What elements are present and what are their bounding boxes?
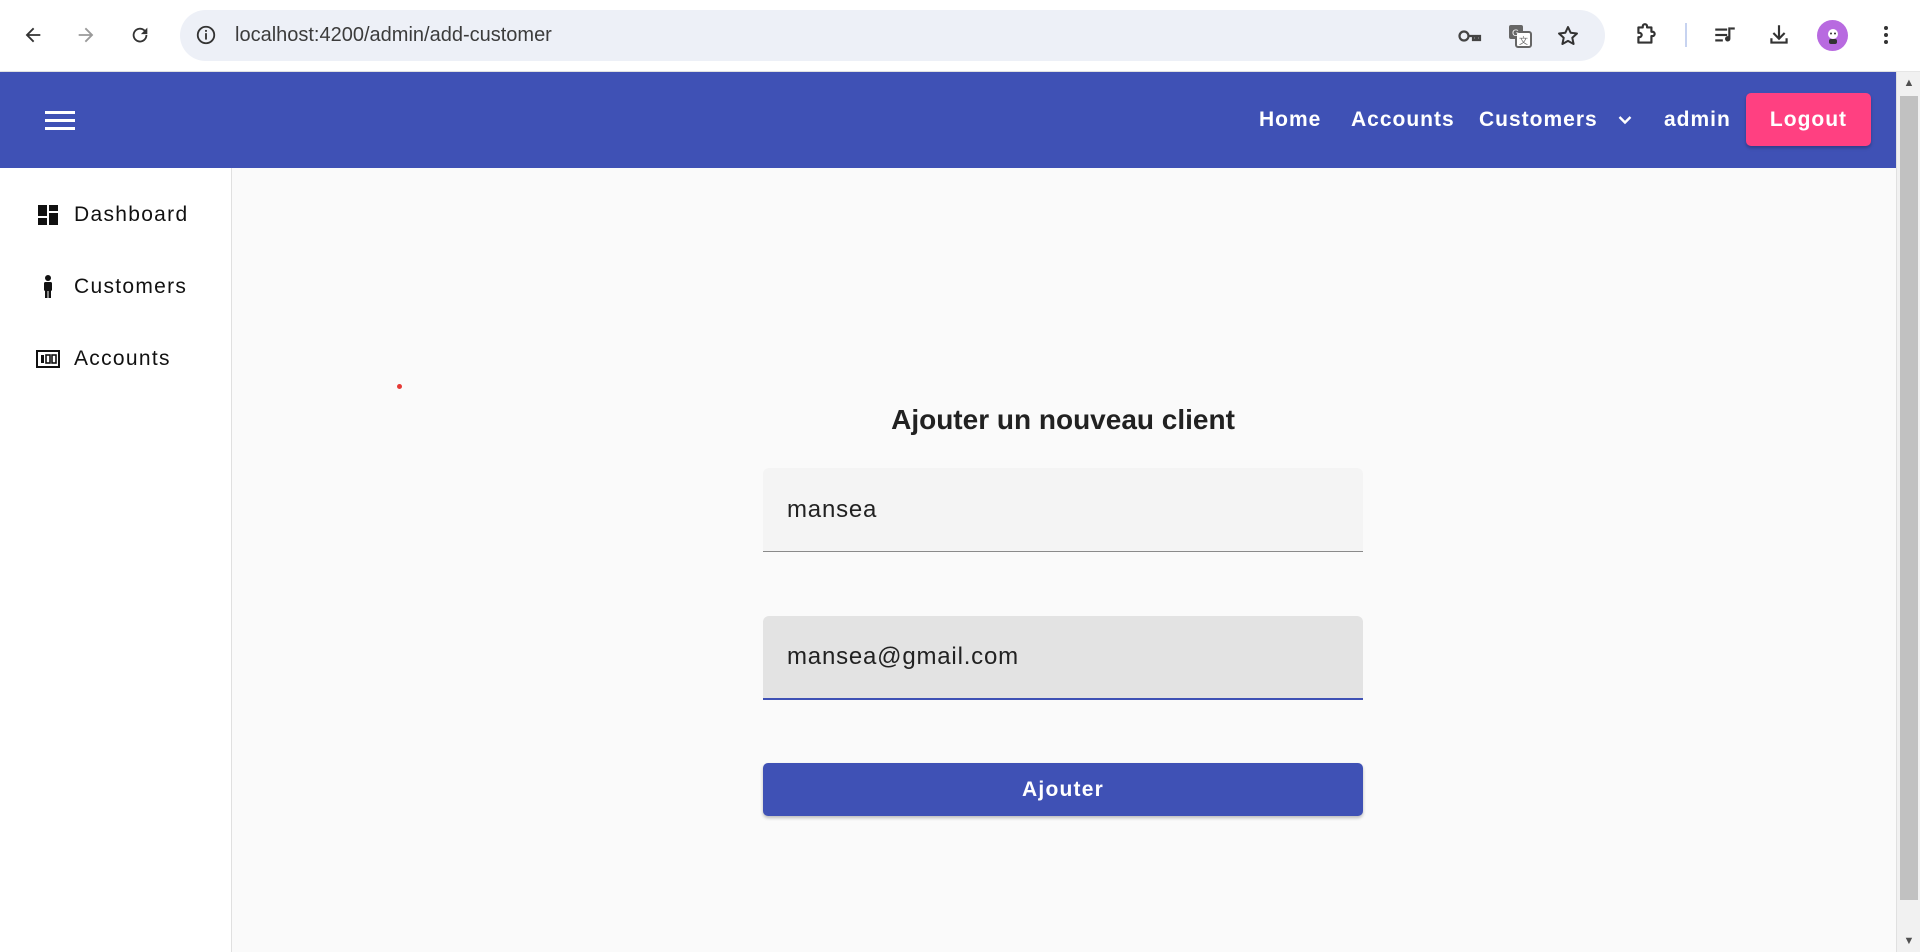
bookmark-star-icon[interactable] (1555, 23, 1581, 49)
toolbar-divider (1685, 23, 1687, 47)
url-text: localhost:4200/admin/add-customer (235, 24, 552, 46)
profile-avatar-icon[interactable] (1817, 20, 1848, 51)
sidebar: Dashboard Customers Accounts (0, 168, 232, 952)
nav-user[interactable]: admin (1664, 99, 1731, 141)
scroll-up-arrow-icon[interactable]: ▲ (1897, 72, 1920, 94)
address-bar[interactable]: localhost:4200/admin/add-customer G文 (180, 10, 1605, 61)
site-info-icon[interactable] (194, 23, 218, 47)
nav-customers[interactable]: Customers (1479, 99, 1632, 141)
forward-arrow-icon[interactable] (68, 17, 104, 53)
logout-button[interactable]: Logout (1746, 93, 1871, 146)
account-card-icon (36, 347, 60, 371)
add-customer-button[interactable]: Ajouter (763, 763, 1363, 816)
nav-customers-label: Customers (1479, 108, 1598, 131)
email-input[interactable] (763, 616, 1363, 698)
name-field[interactable] (763, 468, 1363, 552)
app-toolbar: Home Accounts Customers admin Logout (0, 72, 1896, 168)
svg-text:文: 文 (1519, 35, 1528, 47)
more-vert-icon[interactable] (1871, 20, 1901, 50)
email-field[interactable] (763, 616, 1363, 700)
extensions-icon[interactable] (1631, 20, 1661, 50)
nav-home[interactable]: Home (1259, 99, 1321, 141)
form-title: Ajouter un nouveau client (891, 404, 1235, 435)
sidebar-item-accounts[interactable]: Accounts (36, 339, 171, 379)
scroll-down-arrow-icon[interactable]: ▼ (1897, 930, 1920, 952)
sidebar-item-label: Dashboard (74, 203, 189, 226)
sidebar-item-label: Customers (74, 275, 188, 298)
dashboard-icon (36, 203, 60, 227)
sidebar-item-dashboard[interactable]: Dashboard (36, 195, 188, 235)
person-icon (36, 275, 60, 299)
back-arrow-icon[interactable] (15, 17, 51, 53)
chevron-down-icon (1618, 115, 1632, 125)
main-content (232, 168, 1896, 952)
browser-toolbar: localhost:4200/admin/add-customer G文 (0, 0, 1920, 72)
scrollbar[interactable]: ▲ ▼ (1896, 72, 1920, 952)
download-icon[interactable] (1764, 20, 1794, 50)
svg-text:G: G (1512, 29, 1519, 39)
sidebar-item-customers[interactable]: Customers (36, 267, 187, 307)
translate-icon[interactable]: G文 (1507, 23, 1533, 49)
scroll-thumb[interactable] (1900, 96, 1918, 900)
reload-icon[interactable] (122, 17, 158, 53)
sidebar-item-label: Accounts (74, 347, 171, 370)
red-dot-marker (397, 384, 402, 389)
page: localhost:4200/admin/add-customer G文 Hom… (0, 0, 1920, 952)
media-queue-icon[interactable] (1710, 20, 1740, 50)
nav-accounts[interactable]: Accounts (1351, 99, 1455, 141)
password-key-icon[interactable] (1457, 23, 1483, 49)
name-input[interactable] (763, 468, 1363, 551)
menu-icon[interactable] (36, 96, 84, 144)
